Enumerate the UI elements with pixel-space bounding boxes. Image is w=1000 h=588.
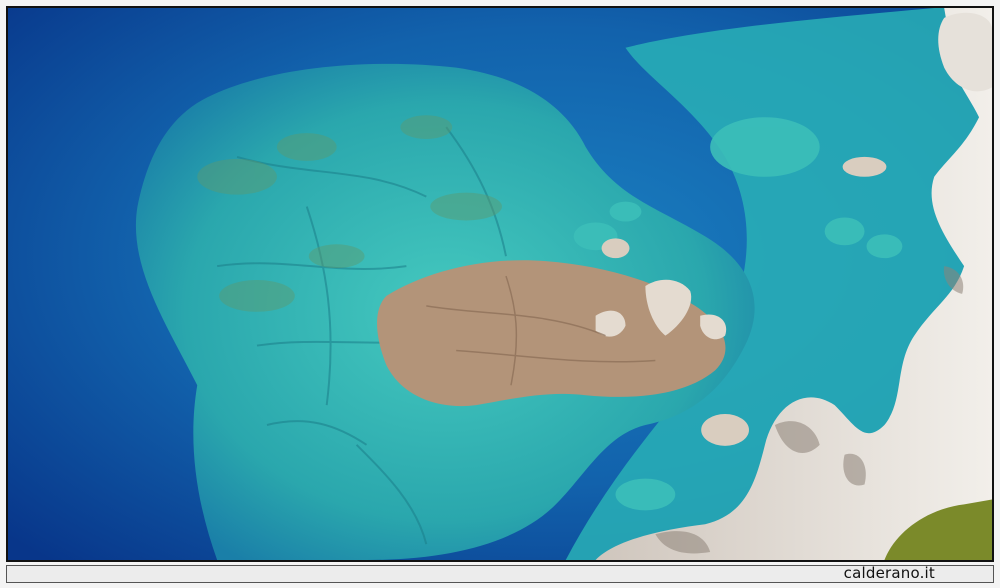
watermark-text: calderano.it	[843, 564, 935, 582]
aerial-sea-illustration	[8, 8, 992, 560]
aerial-sea-photo	[6, 6, 994, 562]
caption-bar: calderano.it	[6, 564, 994, 583]
image-frame: calderano.it	[0, 0, 1000, 588]
